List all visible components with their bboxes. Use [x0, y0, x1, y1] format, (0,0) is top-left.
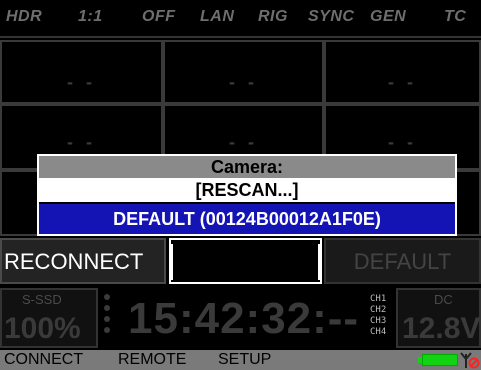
battery-icon: [422, 354, 458, 366]
status-panel: S-SSD 100% 15:42:32:-- CH1 CH2 CH3 CH4 D…: [0, 288, 481, 348]
sync-indicator: SYNC: [308, 8, 355, 25]
menu-connect[interactable]: CONNECT: [4, 351, 83, 369]
channel-label: CH2: [370, 305, 387, 315]
rescan-option[interactable]: [RESCAN...]: [39, 178, 455, 202]
bottom-menu: CONNECT REMOTE SETUP: [0, 350, 481, 370]
preset-slot-placeholder: - -: [388, 132, 417, 152]
gen-indicator: GEN: [370, 8, 407, 25]
hdr-indicator: HDR: [6, 8, 43, 25]
tc-indicator: TC: [444, 8, 467, 25]
dialog-title: Camera:: [39, 156, 455, 178]
menu-setup[interactable]: SETUP: [218, 351, 271, 369]
top-status-bar: HDR 1:1 OFF LAN RIG SYNC GEN TC: [0, 0, 481, 38]
lan-indicator: LAN: [200, 8, 235, 25]
record-dots: [104, 294, 112, 338]
divider: [318, 244, 321, 280]
voltage-display: 12.8V: [402, 312, 481, 345]
preset-slot-2[interactable]: - -: [163, 40, 324, 104]
rig-indicator: RIG: [258, 8, 288, 25]
button-row: RECONNECT DEFAULT: [0, 238, 481, 286]
preset-slot-placeholder: - -: [67, 132, 96, 152]
preset-slot-3[interactable]: - -: [324, 40, 481, 104]
media-label: S-SSD: [22, 292, 62, 307]
camera-dialog: Camera: [RESCAN...] DEFAULT (00124B00012…: [37, 154, 457, 236]
channel-label: CH1: [370, 294, 387, 304]
power-status: DC 12.8V: [396, 288, 481, 348]
channel-label: CH3: [370, 316, 387, 326]
menu-remote[interactable]: REMOTE: [118, 351, 186, 369]
default-camera-option[interactable]: DEFAULT (00124B00012A1F0E): [39, 202, 455, 234]
off-indicator: OFF: [142, 8, 176, 25]
default-button[interactable]: DEFAULT: [324, 238, 481, 284]
center-button[interactable]: [169, 238, 322, 284]
antenna-disconnected-icon: [460, 352, 480, 369]
preset-slot-1[interactable]: - -: [0, 40, 163, 104]
media-percent: 100%: [4, 312, 81, 345]
preset-slot-placeholder: - -: [388, 72, 417, 92]
power-label: DC: [434, 292, 453, 307]
divider: [170, 244, 173, 280]
ratio-indicator: 1:1: [78, 8, 103, 25]
media-status: S-SSD 100%: [0, 288, 98, 348]
timecode-display: 15:42:32:--: [128, 294, 360, 343]
channel-label: CH4: [370, 327, 387, 337]
preset-slot-placeholder: - -: [229, 72, 258, 92]
preset-slot-placeholder: - -: [67, 72, 96, 92]
preset-slot-placeholder: - -: [229, 132, 258, 152]
reconnect-button[interactable]: RECONNECT: [0, 238, 166, 284]
channel-list: CH1 CH2 CH3 CH4: [370, 294, 386, 338]
